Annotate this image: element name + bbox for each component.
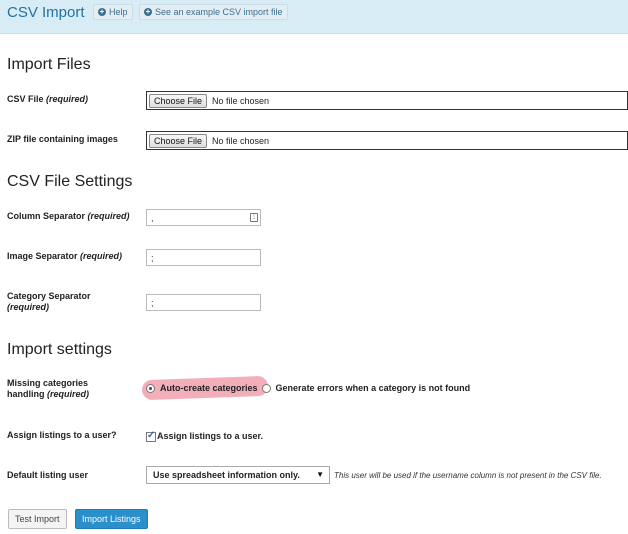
spinner-icon: ⋮ <box>250 213 258 222</box>
csv-choose-file-button[interactable]: Choose File <box>149 93 208 108</box>
zip-file-input[interactable]: Choose File No file chosen <box>146 131 628 150</box>
header-bar: CSV Import + Help + See an example CSV i… <box>0 0 628 34</box>
image-separator-input[interactable]: ; <box>146 249 261 266</box>
default-user-label: Default listing user <box>7 470 89 480</box>
zip-choose-file-button[interactable]: Choose File <box>149 133 208 148</box>
auto-create-label[interactable]: Auto-create categories <box>160 383 258 393</box>
missing-categories-label: Missing categories handling (required) <box>7 378 90 399</box>
help-button[interactable]: + Help <box>93 4 133 20</box>
example-csv-link[interactable]: + See an example CSV import file <box>139 4 288 20</box>
column-separator-value: , <box>151 212 154 223</box>
missing-categories-options: Auto-create categories Generate errors w… <box>146 383 470 393</box>
import-listings-button[interactable]: Import Listings <box>75 509 148 529</box>
page-title: CSV Import <box>7 4 85 21</box>
chevron-down-icon: ▼ <box>316 470 324 479</box>
generate-errors-label[interactable]: Generate errors when a category is not f… <box>276 383 471 393</box>
image-separator-label: Image Separator (required) <box>7 251 123 261</box>
section-import-files: Import Files <box>7 56 91 73</box>
plus-circle-icon: + <box>144 7 152 16</box>
csv-file-status: No file chosen <box>212 95 270 106</box>
column-separator-label: Column Separator (required) <box>7 211 130 221</box>
assign-listings-row: Assign listings to a user. <box>146 429 263 442</box>
column-separator-input[interactable]: , ⋮ <box>146 209 261 226</box>
generate-errors-radio[interactable] <box>261 383 271 393</box>
zip-file-label: ZIP file containing images <box>7 134 118 144</box>
help-label: Help <box>109 7 128 17</box>
category-separator-input[interactable]: ; <box>146 294 261 311</box>
csv-file-input[interactable]: Choose File No file chosen <box>146 91 628 110</box>
csv-file-label: CSV File (required) <box>7 94 89 104</box>
assign-listings-checkbox-label[interactable]: Assign listings to a user. <box>157 431 263 441</box>
example-csv-label: See an example CSV import file <box>155 7 283 17</box>
test-import-button[interactable]: Test Import <box>8 509 67 529</box>
auto-create-radio[interactable] <box>146 383 155 393</box>
section-csv-settings: CSV File Settings <box>7 173 133 190</box>
zip-file-status: No file chosen <box>212 135 270 146</box>
default-user-select[interactable]: Use spreadsheet information only. ▼ <box>146 466 330 484</box>
assign-listings-label: Assign listings to a user? <box>7 430 117 440</box>
assign-listings-checkbox[interactable] <box>146 430 156 442</box>
category-separator-label: Category Separator (required) <box>7 291 91 312</box>
default-user-value: Use spreadsheet information only. <box>153 470 300 480</box>
category-separator-value: ; <box>151 297 154 308</box>
plus-circle-icon: + <box>98 7 106 16</box>
image-separator-value: ; <box>151 252 154 263</box>
section-import-settings: Import settings <box>7 341 112 358</box>
default-user-hint: This user will be used if the username c… <box>334 471 602 480</box>
